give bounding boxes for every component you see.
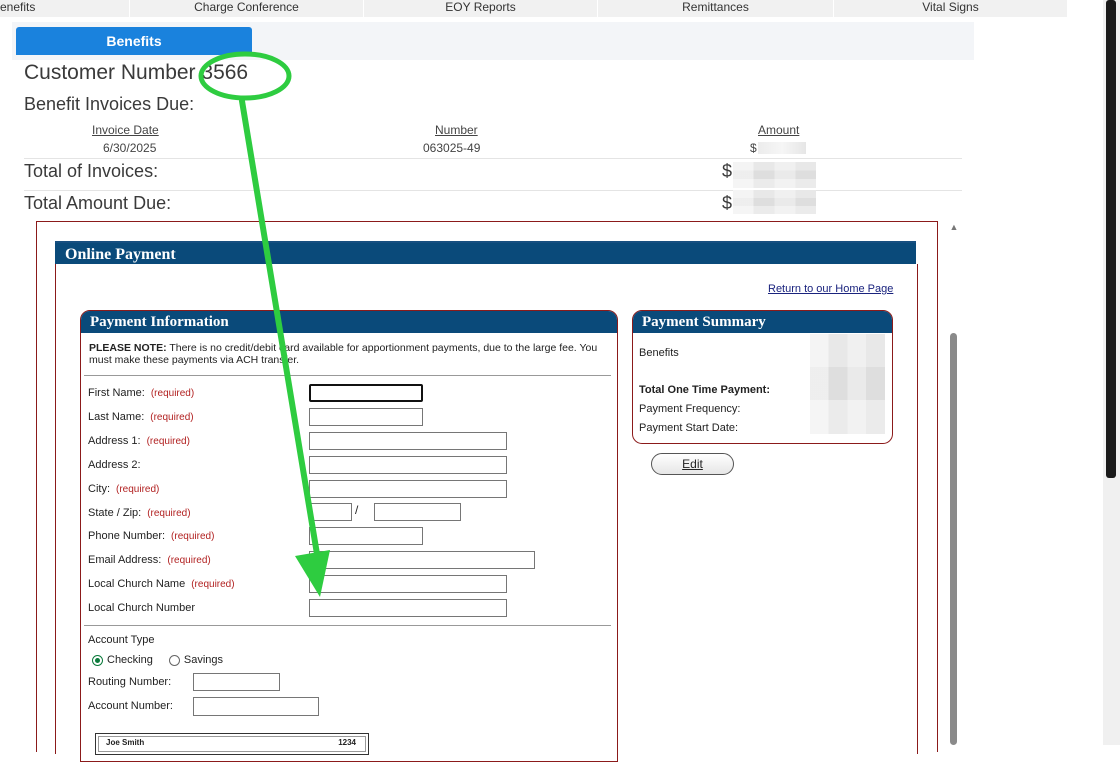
check-number: 1234: [338, 738, 356, 747]
account-type-label: Account Type: [88, 634, 155, 646]
payment-note: PLEASE NOTE: There is no credit/debit ca…: [89, 342, 599, 366]
invoices-heading: Benefit Invoices Due:: [24, 94, 195, 114]
tab-eoy-reports[interactable]: EOY Reports: [364, 0, 598, 17]
savings-radio[interactable]: [168, 654, 180, 666]
redacted-total-due: [733, 190, 816, 214]
church-number-label: Local Church Number: [88, 602, 195, 614]
first-name-input[interactable]: [309, 384, 423, 402]
church-number-input[interactable]: [309, 599, 507, 617]
church-name-input[interactable]: [309, 575, 507, 593]
section-divider: [84, 625, 611, 626]
invoice-date-cell: 6/30/2025: [103, 141, 157, 155]
last-name-input[interactable]: [309, 408, 423, 426]
city-input[interactable]: [309, 480, 507, 498]
tab-remittances[interactable]: Remittances: [598, 0, 834, 17]
edit-button[interactable]: Edit: [651, 453, 734, 475]
email-input[interactable]: [309, 551, 535, 569]
invoice-amount-symbol: $: [750, 141, 757, 155]
sample-check-image: Joe Smith 1234: [95, 733, 369, 755]
address1-label: Address 1: (required): [88, 435, 190, 447]
payment-information-title: Payment Information: [81, 311, 617, 333]
summary-benefits: Benefits: [639, 347, 679, 359]
redacted-total-invoices: [733, 162, 816, 188]
divider: [24, 158, 962, 159]
summary-frequency: Payment Frequency:: [639, 403, 741, 415]
total-due-currency: $: [722, 193, 733, 213]
last-name-label: Last Name: (required): [88, 411, 194, 423]
return-home-link[interactable]: Return to our Home Page: [768, 283, 893, 295]
summary-start-date: Payment Start Date:: [639, 422, 739, 434]
payment-summary-title: Payment Summary: [633, 311, 892, 333]
redacted-amount: [758, 142, 806, 154]
account-number-label: Account Number:: [88, 700, 173, 712]
account-type-radios: Checking Savings: [92, 654, 223, 666]
tab-benefits[interactable]: enefits: [0, 0, 130, 17]
address1-input[interactable]: [309, 432, 507, 450]
state-zip-label: State / Zip: (required): [88, 507, 191, 519]
redacted-summary-values: [810, 334, 885, 434]
first-name-label: First Name: (required): [88, 387, 195, 399]
col-number: Number: [435, 123, 478, 137]
city-label: City: (required): [88, 483, 160, 495]
total-invoices-label: Total of Invoices:: [24, 161, 159, 181]
state-input[interactable]: [309, 503, 352, 521]
divider: [24, 190, 962, 191]
tab-vital-signs[interactable]: Vital Signs: [834, 0, 1068, 17]
top-nav: enefits Charge Conference EOY Reports Re…: [0, 0, 1068, 17]
col-invoice-date: Invoice Date: [92, 123, 159, 137]
inner-scrollbar-thumb[interactable]: [950, 333, 957, 745]
email-label: Email Address: (required): [88, 554, 211, 566]
checking-radio[interactable]: [92, 654, 103, 666]
customer-number-prefix: Customer Number: [24, 61, 202, 84]
section-divider: [84, 375, 611, 376]
sub-tab-benefits[interactable]: Benefits: [16, 27, 252, 55]
scroll-up-arrow-icon[interactable]: ▲: [948, 222, 960, 234]
zip-input[interactable]: [374, 503, 461, 521]
total-invoices-currency: $: [722, 161, 733, 181]
address2-label: Address 2:: [88, 459, 141, 471]
savings-label: Savings: [183, 654, 223, 666]
routing-input[interactable]: [193, 673, 280, 691]
address2-input[interactable]: [309, 456, 507, 474]
summary-total-one-time: Total One Time Payment:: [639, 384, 771, 396]
check-name: Joe Smith: [106, 738, 145, 747]
note-label: PLEASE NOTE:: [89, 342, 167, 354]
zip-separator: /: [355, 503, 359, 517]
customer-number-title: Customer Number 3566: [24, 61, 248, 85]
tab-charge-conference[interactable]: Charge Conference: [130, 0, 364, 17]
routing-label: Routing Number:: [88, 676, 172, 688]
col-amount: Amount: [758, 123, 800, 137]
checking-label: Checking: [107, 654, 153, 666]
phone-input[interactable]: [309, 527, 423, 545]
invoice-number-cell: 063025-49: [423, 141, 481, 155]
page-scrollbar-thumb[interactable]: [1106, 0, 1116, 478]
total-due-label: Total Amount Due:: [24, 193, 172, 213]
phone-label: Phone Number: (required): [88, 530, 215, 542]
sub-tab-bar: Benefits: [12, 22, 974, 60]
customer-number-value: 3566: [201, 61, 249, 84]
account-number-input[interactable]: [193, 697, 319, 716]
online-payment-header: Online Payment: [55, 241, 916, 264]
church-name-label: Local Church Name (required): [88, 578, 235, 590]
